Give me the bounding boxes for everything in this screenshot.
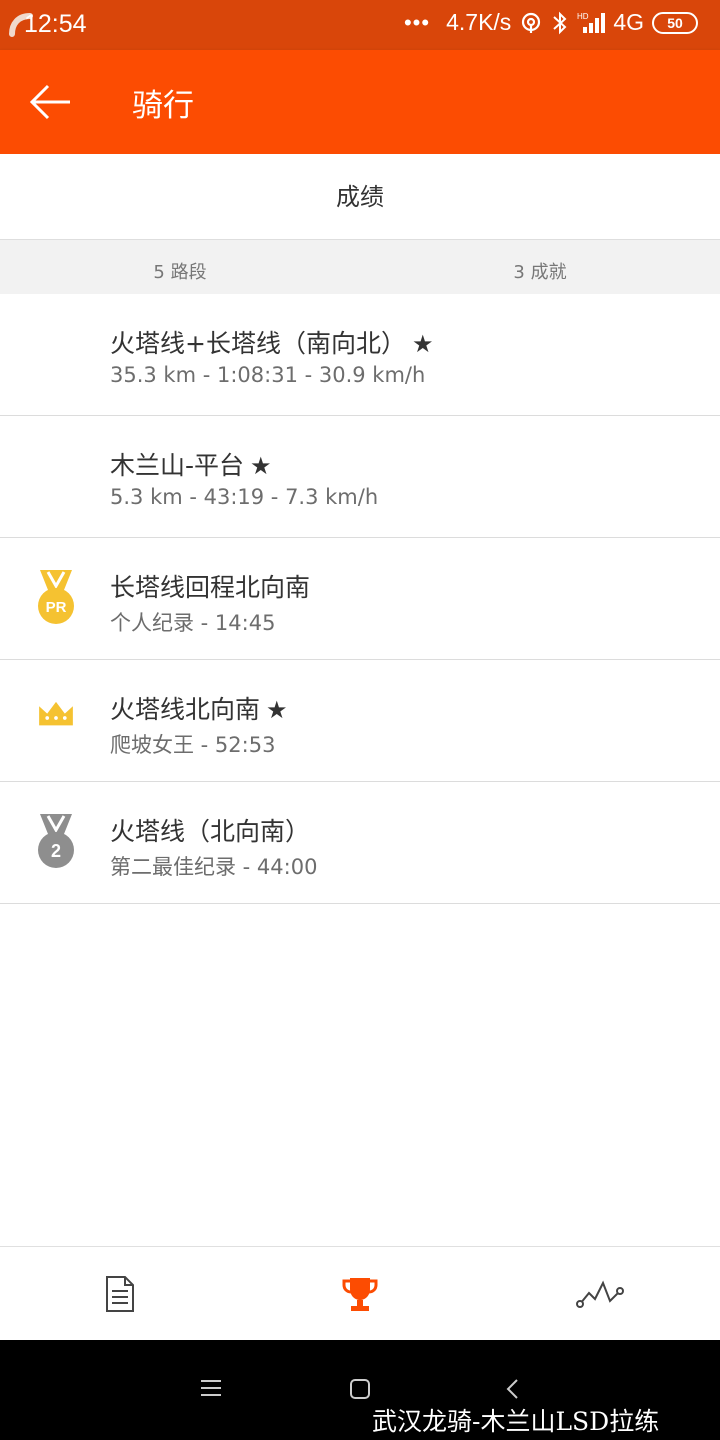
segment-row[interactable]: 火塔线+长塔线（南向北） ★ 35.3 km - 1:08:31 - 30.9 k…: [0, 294, 720, 416]
status-bar: 12:54 ••• 4.7K/s HD 4G 50: [0, 0, 720, 50]
back-arrow-icon[interactable]: [24, 78, 76, 126]
segment-title: 木兰山-平台 ★: [110, 451, 272, 480]
section-title: 成绩: [336, 183, 384, 211]
document-icon: [106, 1276, 134, 1312]
segment-row[interactable]: PR 长塔线回程北向南 个人纪录 - 14:45: [0, 538, 720, 660]
app-bar: 骑行: [0, 50, 720, 154]
segment-list: 火塔线+长塔线（南向北） ★ 35.3 km - 1:08:31 - 30.9 k…: [0, 294, 720, 904]
section-header: 成绩: [0, 154, 720, 240]
segment-stats: 个人纪录 - 14:45: [110, 611, 276, 635]
second-place-medal-icon: 2: [38, 814, 74, 868]
analysis-chart-icon: [576, 1280, 624, 1308]
pr-medal-icon: PR: [38, 570, 74, 624]
segment-stats: 5.3 km - 43:19 - 7.3 km/h: [110, 485, 379, 509]
segment-stats: 35.3 km - 1:08:31 - 30.9 km/h: [110, 363, 426, 387]
segment-row[interactable]: 木兰山-平台 ★ 5.3 km - 43:19 - 7.3 km/h: [0, 416, 720, 538]
signal-icon: HD: [577, 12, 606, 33]
network-type: 4G: [613, 9, 644, 35]
tab-overview[interactable]: [0, 1247, 240, 1341]
segment-title: 长塔线回程北向南: [110, 573, 311, 602]
achievements-count: 3 成就: [513, 262, 567, 283]
summary-bar: 5 路段 3 成就: [0, 240, 720, 294]
home-icon[interactable]: [349, 1378, 371, 1400]
watermark: 武汉龙骑-木兰山LSD拉练: [372, 1407, 660, 1436]
trophy-icon: [342, 1278, 378, 1311]
second-badge-label: 2: [51, 841, 61, 861]
menu-icon[interactable]: [200, 1378, 222, 1398]
hotspot-icon: [522, 12, 541, 33]
battery-level: 50: [667, 14, 683, 31]
bottom-nav: [0, 1246, 720, 1340]
status-time: 12:54: [24, 10, 87, 38]
svg-text:HD: HD: [577, 12, 589, 21]
segment-title: 火塔线+长塔线（南向北） ★: [110, 329, 434, 358]
segment-stats: 第二最佳纪录 - 44:00: [110, 855, 318, 879]
more-notifications-icon: •••: [403, 9, 431, 35]
star-icon: ★: [411, 330, 434, 358]
system-nav-bar: 武汉龙骑-木兰山LSD拉练: [0, 1340, 720, 1440]
segment-title: 火塔线（北向南）: [110, 817, 311, 846]
tab-analysis[interactable]: [480, 1247, 720, 1341]
segment-stats: 爬坡女王 - 52:53: [110, 733, 276, 757]
network-speed: 4.7K/s: [446, 9, 512, 35]
star-icon: ★: [266, 696, 288, 724]
segment-row[interactable]: 2 火塔线（北向南） 第二最佳纪录 - 44:00: [0, 782, 720, 904]
pr-badge-label: PR: [46, 599, 67, 616]
back-icon[interactable]: [505, 1378, 519, 1400]
segment-row[interactable]: 火塔线北向南 ★ 爬坡女王 - 52:53: [0, 660, 720, 782]
segment-title: 火塔线北向南 ★: [110, 695, 288, 724]
bluetooth-icon: [553, 11, 567, 34]
segments-count: 5 路段: [153, 262, 207, 283]
crown-icon: [39, 701, 73, 726]
battery-icon: 50: [652, 11, 698, 34]
page-title: 骑行: [132, 88, 194, 124]
star-icon: ★: [250, 452, 272, 480]
status-indicators: ••• 4.7K/s HD 4G 50: [404, 9, 698, 36]
tab-achievements[interactable]: [240, 1247, 480, 1341]
